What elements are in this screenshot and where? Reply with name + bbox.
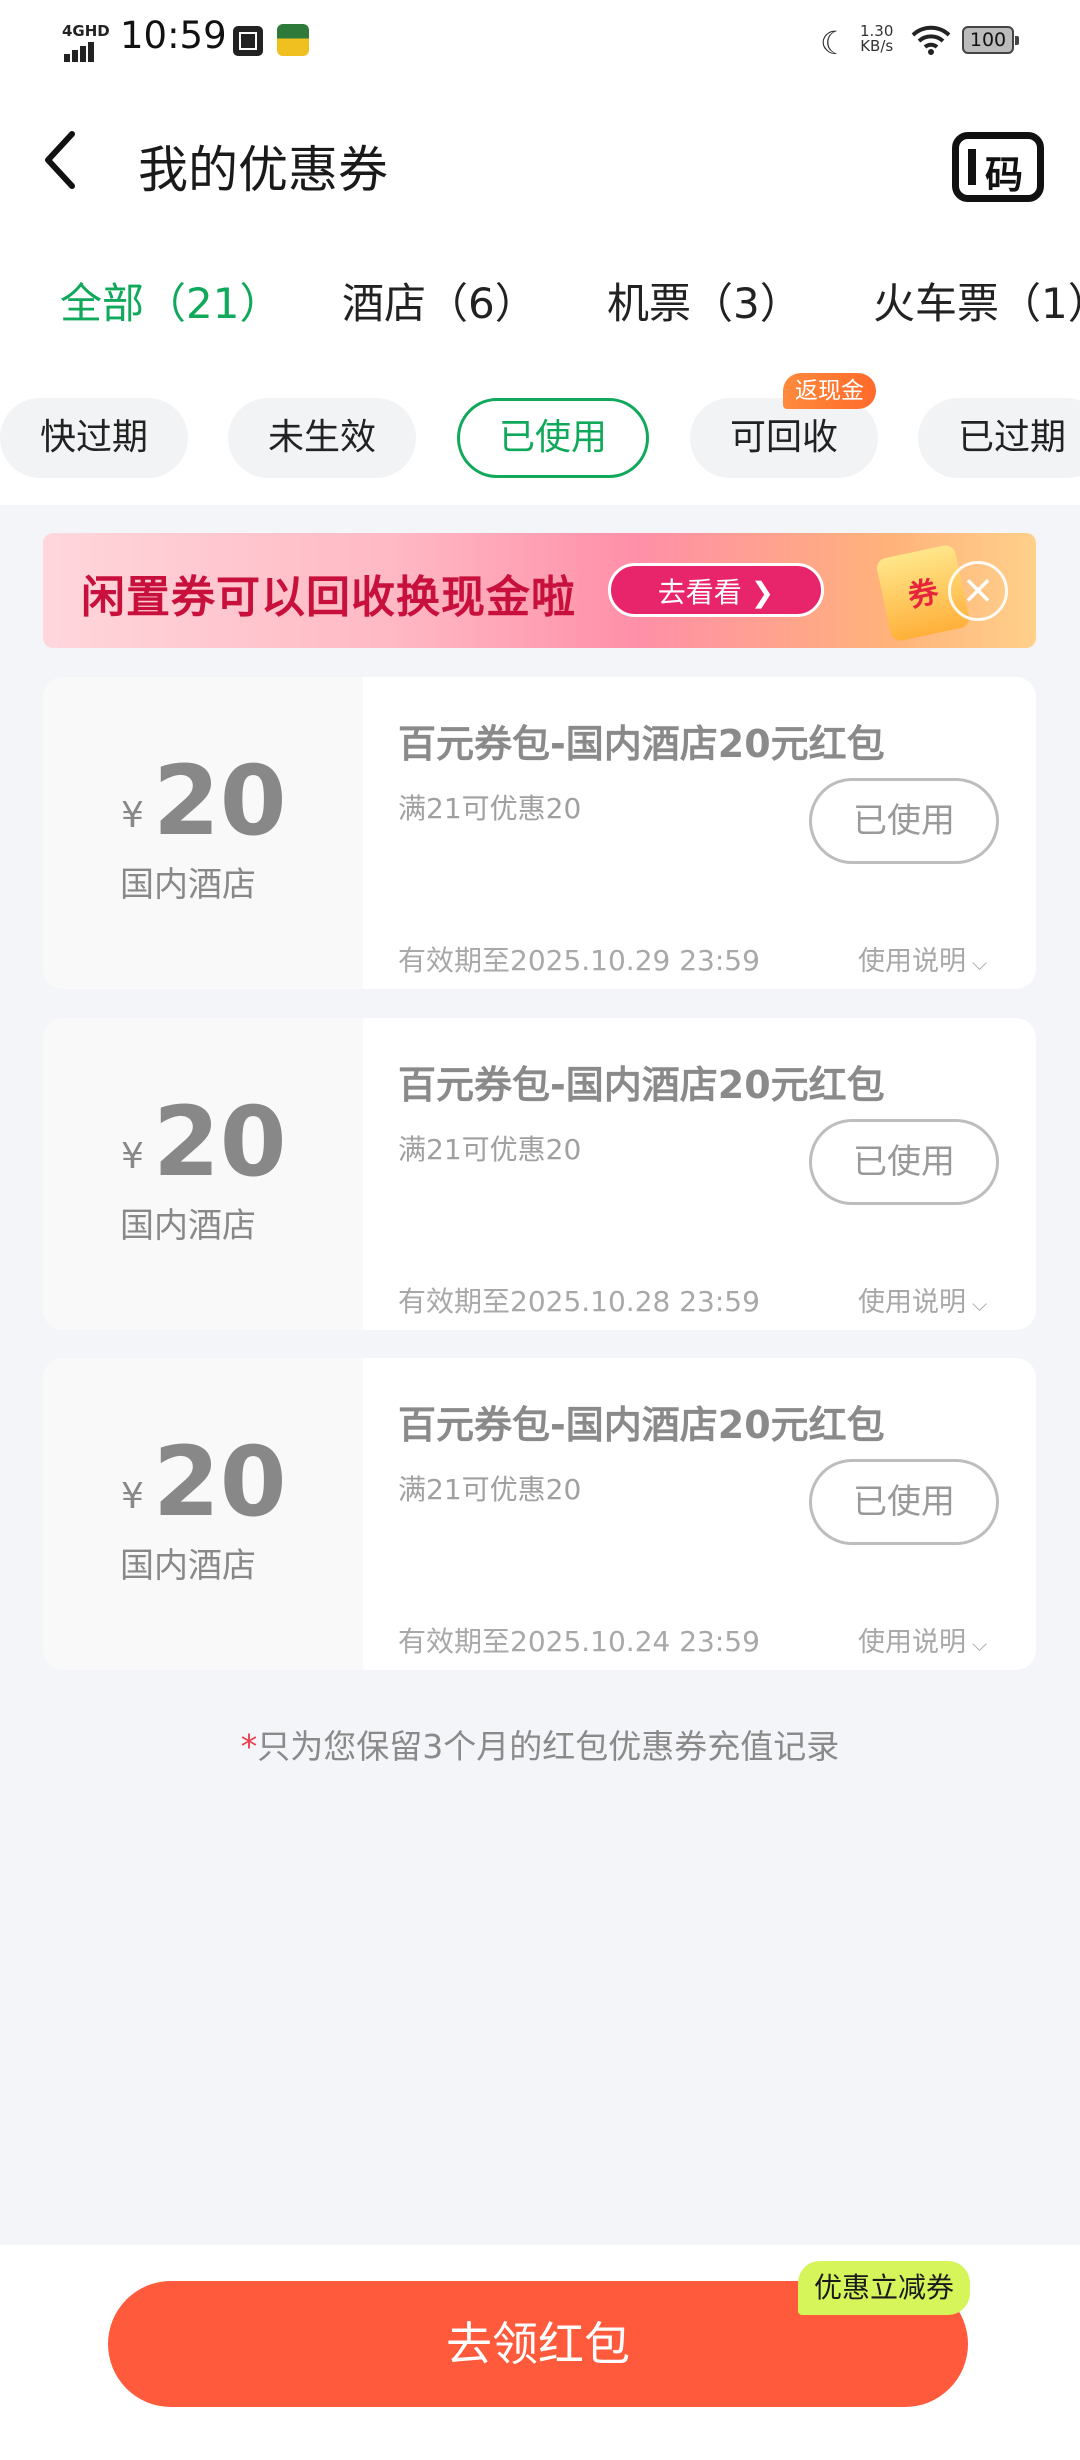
coupon-condition: 满21可优惠20 (398, 1133, 582, 1166)
retention-note: *只为您保留3个月的红包优惠券充值记录 (240, 1727, 840, 1766)
code-icon (968, 149, 976, 185)
moon-icon: ☾ (820, 24, 849, 62)
coupon-expiry: 有效期至2025.10.29 23:59 (398, 944, 760, 977)
coupon-value-panel: ¥ 20 国内酒店 (43, 1018, 363, 1330)
currency-symbol: ¥ (121, 1476, 144, 1517)
currency-symbol: ¥ (121, 1136, 144, 1177)
cashback-badge: 返现金 (783, 373, 876, 409)
coupon-card: ¥ 20 国内酒店 百元券包-国内酒店20元红包 满21可优惠20 已使用 有效… (43, 1018, 1036, 1330)
code-button[interactable]: 码 (952, 132, 1044, 202)
coupon-card: ¥ 20 国内酒店 百元券包-国内酒店20元红包 满21可优惠20 已使用 有效… (43, 677, 1036, 989)
filter-expiring-soon[interactable]: 快过期 (0, 398, 188, 478)
currency-symbol: ¥ (121, 795, 144, 836)
top-section: 4GHD 10:59 ☾ 1.30 KB/s 100 我的优惠券 码 全部（21）… (0, 0, 1080, 505)
clock: 10:59 (120, 14, 227, 57)
gallery-icon (233, 26, 263, 56)
coupon-name: 百元券包-国内酒店20元红包 (398, 1403, 885, 1447)
banner-go-button[interactable]: 去看看 ❯ (608, 563, 824, 617)
coupon-scope: 国内酒店 (120, 865, 256, 905)
wifi-icon (911, 25, 951, 55)
coupon-value-panel: ¥ 20 国内酒店 (43, 677, 363, 989)
tab-flight[interactable]: 机票（3） (607, 270, 802, 331)
page-title: 我的优惠券 (138, 141, 388, 199)
used-button[interactable]: 已使用 (809, 1459, 999, 1545)
recycle-banner[interactable]: 闲置券可以回收换现金啦 去看看 ❯ 券 × (43, 533, 1036, 648)
battery-icon: 100 (962, 26, 1019, 54)
arrow-right-icon: ❯ (750, 576, 775, 609)
coupon-amount: 20 (153, 1086, 287, 1198)
bottom-bar: 去领红包 优惠立减券 (0, 2245, 1080, 2460)
coupon-amount: 20 (153, 745, 287, 857)
coupon-scope: 国内酒店 (120, 1206, 256, 1246)
coupon-name: 百元券包-国内酒店20元红包 (398, 722, 885, 766)
tab-all[interactable]: 全部（21） (60, 270, 281, 331)
back-arrow-icon[interactable] (40, 128, 80, 192)
chevron-down-icon: ⌵ (972, 951, 988, 975)
usage-info-link[interactable]: 使用说明 ⌵ (858, 1280, 987, 1319)
usage-info-link[interactable]: 使用说明 ⌵ (858, 939, 987, 978)
close-icon[interactable]: × (948, 561, 1008, 621)
usage-info-link[interactable]: 使用说明 ⌵ (858, 1620, 987, 1659)
tab-train[interactable]: 火车票（1） (873, 270, 1080, 331)
network-type: 4GHD (62, 22, 110, 40)
chevron-down-icon: ⌵ (972, 1632, 988, 1656)
filter-not-effective[interactable]: 未生效 (228, 398, 416, 478)
tab-hotel[interactable]: 酒店（6） (342, 270, 537, 331)
coupon-card: ¥ 20 国内酒店 百元券包-国内酒店20元红包 满21可优惠20 已使用 有效… (43, 1358, 1036, 1670)
coupon-amount: 20 (153, 1426, 287, 1538)
coupon-value-panel: ¥ 20 国内酒店 (43, 1358, 363, 1670)
chevron-down-icon: ⌵ (972, 1292, 988, 1316)
coupon-expiry: 有效期至2025.10.28 23:59 (398, 1285, 760, 1318)
signal-icon: 4GHD (62, 22, 112, 62)
battery-level: 100 (969, 29, 1007, 51)
status-bar: 4GHD 10:59 ☾ 1.30 KB/s 100 (0, 0, 1080, 80)
coupon-condition: 满21可优惠20 (398, 792, 582, 825)
used-button[interactable]: 已使用 (809, 778, 999, 864)
coupon-scope: 国内酒店 (120, 1546, 256, 1586)
filter-used[interactable]: 已使用 (457, 398, 649, 478)
app-icon (277, 24, 309, 56)
network-speed: 1.30 KB/s (860, 22, 894, 55)
used-button[interactable]: 已使用 (809, 1119, 999, 1205)
coupon-expiry: 有效期至2025.10.24 23:59 (398, 1625, 760, 1658)
category-tabs: 全部（21） 酒店（6） 机票（3） 火车票（1） (0, 270, 1080, 340)
filter-expired[interactable]: 已过期 (918, 398, 1080, 478)
coupon-condition: 满21可优惠20 (398, 1473, 582, 1506)
banner-text: 闲置券可以回收换现金啦 (81, 572, 576, 623)
coupon-name: 百元券包-国内酒店20元红包 (398, 1063, 885, 1107)
promo-tag: 优惠立减券 (798, 2261, 971, 2315)
filter-recyclable[interactable]: 可回收 (690, 398, 878, 478)
